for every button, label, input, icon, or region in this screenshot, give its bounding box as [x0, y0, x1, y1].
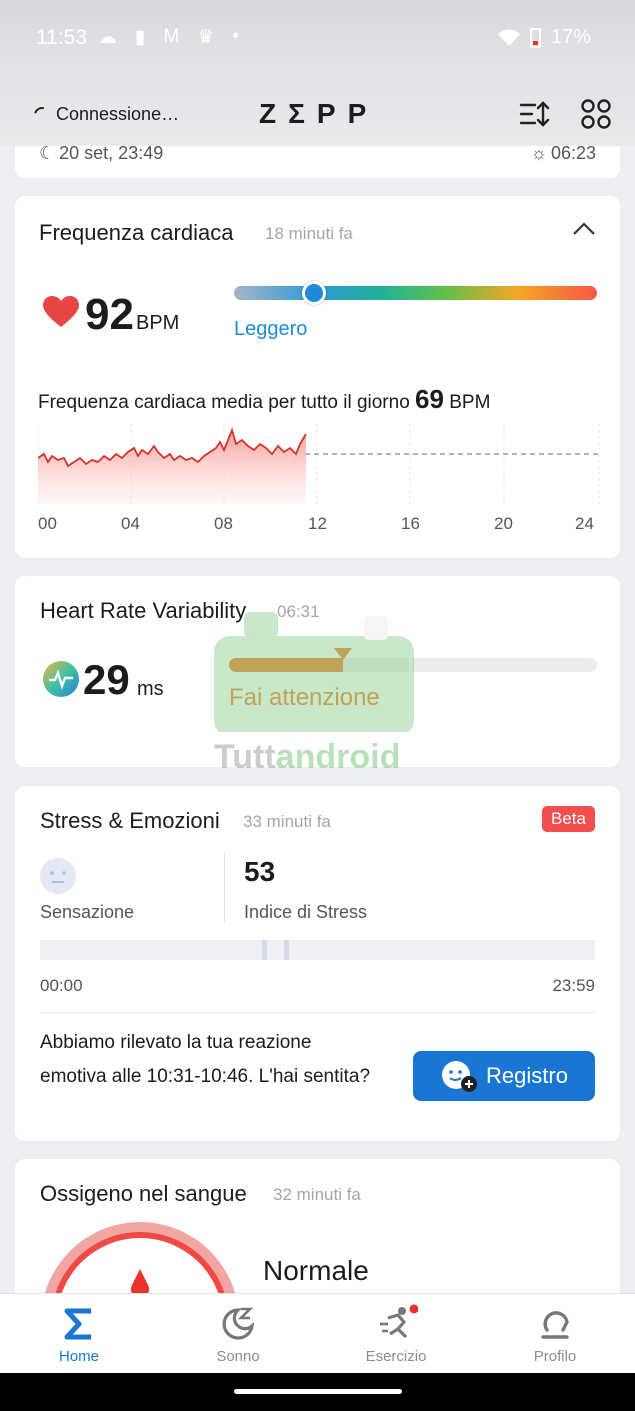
battery-icon — [529, 27, 541, 48]
loading-spinner-icon — [31, 103, 53, 126]
notification-dot — [409, 1304, 418, 1314]
sunrise-icon: ☼ — [530, 143, 547, 163]
blood-oxygen-updated: 32 minuti fa — [273, 1185, 361, 1204]
registro-button[interactable]: Registro — [413, 1051, 595, 1101]
average-value: 69 — [415, 384, 444, 414]
status-time: 11:53 — [36, 26, 87, 49]
gesture-handle[interactable] — [234, 1389, 402, 1394]
battery-saver-icon: ▮ — [135, 27, 146, 48]
zepp-logo: ZΣPP — [259, 98, 379, 129]
sleep-start-time: 20 set, 23:49 — [59, 143, 164, 163]
heart-rate-chart[interactable] — [38, 424, 600, 504]
battery-percent: 17% — [550, 26, 591, 48]
hrv-title: Heart Rate Variability — [40, 598, 247, 623]
x-tick-4: 16 — [401, 514, 420, 533]
connection-label: Connessione… — [56, 104, 180, 124]
home-sigma-icon — [64, 1308, 91, 1340]
blood-oxygen-card[interactable]: Ossigeno nel sangue 32 minuti fa Normale — [15, 1159, 620, 1293]
wifi-icon — [497, 29, 520, 46]
blood-drop-icon — [131, 1269, 149, 1293]
stress-index-label: Indice di Stress — [244, 902, 368, 922]
hrv-icon — [43, 661, 79, 697]
nav-exercise-label: Esercizio — [365, 1348, 427, 1365]
nav-sleep-label: Sonno — [216, 1348, 260, 1365]
hrv-level-bar — [229, 658, 597, 672]
heart-rate-value: 92 — [85, 290, 134, 339]
exercise-runner-icon — [380, 1304, 418, 1339]
heart-icon — [43, 296, 79, 327]
heart-rate-card[interactable]: Frequenza cardiaca 18 minuti fa 92 BPM L… — [15, 196, 620, 558]
gmail-icon: M — [163, 26, 180, 47]
feeling-label: Sensazione — [40, 902, 135, 922]
grid-apps-icon[interactable] — [580, 98, 612, 130]
timeline-start: 00:00 — [40, 976, 83, 995]
hrv-bar-divider — [409, 658, 412, 672]
system-navigation-bar — [0, 1373, 635, 1411]
average-heart-rate: Frequenza cardiaca media per tutto il gi… — [38, 384, 490, 415]
system-icons: 17% — [497, 26, 591, 49]
nav-home-label: Home — [58, 1348, 99, 1365]
x-tick-2: 08 — [214, 514, 233, 533]
x-tick-6: 24 — [575, 514, 594, 533]
emotion-message: Abbiamo rilevato la tua reazione emotiva… — [40, 1032, 371, 1087]
sleep-card-partial[interactable]: ☾ 20 set, 23:49 ☼ 06:23 — [15, 143, 620, 178]
x-tick-0: 00 — [38, 514, 57, 533]
blood-oxygen-status: Normale — [263, 1255, 369, 1286]
bottom-navigation: Home Sonno Esercizio Profilo — [0, 1293, 635, 1373]
average-label: Frequenza cardiaca media per tutto il gi… — [38, 392, 410, 413]
heart-rate-zone-marker — [301, 281, 326, 305]
stress-separator — [40, 1012, 595, 1013]
sleep-start: ☾ 20 set, 23:49 — [39, 143, 163, 164]
neutral-face-icon — [40, 858, 76, 894]
stress-updated: 33 minuti fa — [243, 812, 331, 831]
timeline-end: 23:59 — [552, 976, 595, 995]
stress-mark-2 — [284, 940, 289, 960]
profile-icon — [541, 1311, 569, 1339]
heart-rate-zone-bar — [234, 281, 597, 305]
stress-divider — [224, 852, 225, 922]
nav-profile-label: Profilo — [533, 1348, 577, 1365]
stress-card[interactable]: Stress & Emozioni 33 minuti fa Beta Sens… — [15, 786, 620, 1141]
heart-rate-unit: BPM — [136, 312, 180, 334]
app-header: Connessione… ZΣPP — [0, 80, 635, 146]
more-dot: • — [232, 26, 239, 47]
notification-icons: ☁ ▮ M ♛ • — [98, 26, 239, 49]
blood-oxygen-gauge — [45, 1222, 235, 1293]
sleep-moon-icon — [222, 1307, 254, 1340]
trophy-icon: ♛ — [197, 27, 215, 48]
registro-label: Registro — [486, 1063, 568, 1088]
status-bar: 11:53 ☁ ▮ M ♛ • 17% — [0, 0, 635, 80]
hrv-marker-icon — [334, 648, 353, 660]
stress-index-value: 53 — [244, 856, 276, 887]
heart-rate-updated: 18 minuti fa — [265, 224, 353, 243]
x-tick-5: 20 — [494, 514, 513, 533]
hrv-unit: ms — [137, 678, 164, 700]
sunrise-value: 06:23 — [550, 143, 596, 163]
hrv-level-fill — [229, 658, 344, 672]
x-tick-1: 04 — [121, 514, 140, 533]
chevron-up-icon[interactable] — [572, 222, 596, 236]
average-unit: BPM — [449, 392, 491, 413]
add-emotion-icon — [442, 1061, 478, 1092]
cloud-icon: ☁ — [98, 27, 117, 48]
moon-icon: ☾ — [39, 143, 56, 163]
beta-badge: Beta — [542, 806, 595, 832]
heart-rate-zone-label: Leggero — [234, 318, 308, 340]
stress-timeline[interactable] — [40, 940, 595, 960]
blood-oxygen-title: Ossigeno nel sangue — [40, 1181, 247, 1206]
heart-rate-title: Frequenza cardiaca — [39, 220, 234, 245]
stress-mark-1 — [262, 940, 267, 960]
sunrise-time: ☼ 06:23 — [530, 143, 596, 164]
heart-rate-area — [38, 430, 306, 504]
hrv-status: Fai attenzione — [229, 684, 380, 711]
hrv-time: 06:31 — [277, 602, 320, 621]
hrv-value: 29 — [83, 656, 130, 703]
connection-status: Connessione… — [31, 103, 180, 126]
x-tick-3: 12 — [308, 514, 327, 533]
stress-title: Stress & Emozioni — [40, 808, 220, 833]
hrv-card[interactable]: Heart Rate Variability 06:31 29 ms Fai a… — [15, 576, 620, 767]
sort-cards-icon[interactable] — [518, 98, 550, 130]
